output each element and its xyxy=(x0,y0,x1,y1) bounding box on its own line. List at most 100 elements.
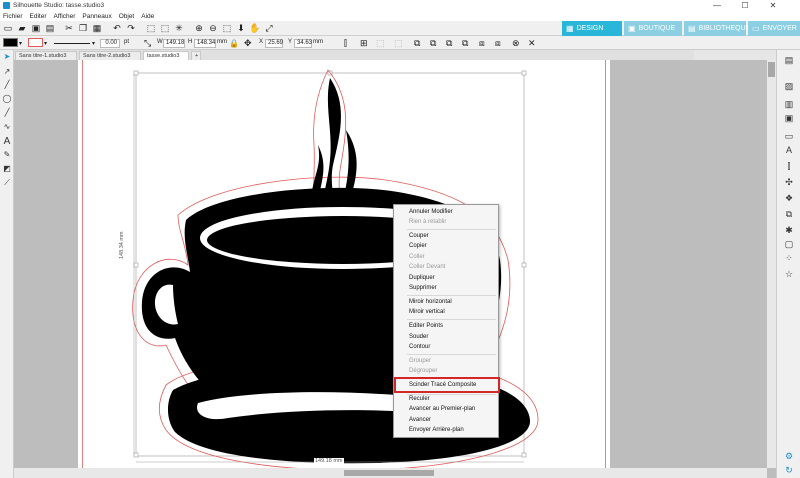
tab-sans-titre-1[interactable]: Sans titre-1.studio3 xyxy=(15,51,77,60)
zoom-out-icon[interactable]: ⊖ xyxy=(208,23,218,33)
menu-item-annuler[interactable]: Annuler Modifier xyxy=(409,209,453,215)
minimize-button[interactable]: — xyxy=(706,0,728,11)
width-field[interactable]: 149.18 xyxy=(163,39,185,48)
y-field[interactable]: 34.63 xyxy=(294,39,312,48)
align-panel-icon[interactable]: ⫿ xyxy=(783,160,795,172)
move-down-icon[interactable]: ⬇ xyxy=(236,23,246,33)
fill-dropdown-icon[interactable]: ▾ xyxy=(19,37,22,49)
menu-item-miroir-horizontal[interactable]: Miroir horizontal xyxy=(409,299,452,305)
compound-path-icon[interactable]: ⧉ xyxy=(446,37,452,49)
menu-item-supprimer[interactable]: Supprimer xyxy=(409,285,437,291)
rhinestone-panel-icon[interactable]: ⁘ xyxy=(783,252,795,264)
tab-sans-titre-2[interactable]: Sans titre-2.studio3 xyxy=(79,51,141,60)
menu-item-avancer[interactable]: Avancer xyxy=(409,417,431,423)
transform-panel-icon[interactable]: ✣ xyxy=(783,176,795,188)
line-tool-icon[interactable]: ╱ xyxy=(2,80,12,90)
delete-icon[interactable]: ✕ xyxy=(528,37,536,49)
tab-boutique[interactable]: ▣ BOUTIQUE xyxy=(624,21,682,36)
close-button[interactable]: ✕ xyxy=(762,0,784,11)
menu-afficher[interactable]: Afficher xyxy=(54,13,76,20)
menu-item-coller-devant[interactable]: Coller Devant xyxy=(409,264,445,270)
menu-item-scinder-trace-composite[interactable]: Scinder Tracé Composite xyxy=(409,382,476,388)
image-panel-icon[interactable]: ▣ xyxy=(783,112,795,124)
select-arrow-icon[interactable]: ➤ xyxy=(2,52,12,62)
menu-editer[interactable]: Editer xyxy=(30,13,47,20)
open-folder-icon[interactable]: ▰ xyxy=(17,23,27,33)
vertical-scroll-thumb[interactable] xyxy=(768,62,775,77)
menu-panneaux[interactable]: Panneaux xyxy=(82,13,111,20)
height-field[interactable]: 148.34 xyxy=(194,39,216,48)
eraser-icon[interactable]: ◩ xyxy=(2,164,12,174)
maximize-button[interactable]: ☐ xyxy=(734,0,756,11)
replicate-panel-icon[interactable]: ❖ xyxy=(783,192,795,204)
polygon-tool-icon[interactable]: ╱ xyxy=(2,108,12,118)
fit-page-icon[interactable]: ⤢ xyxy=(264,23,274,33)
replicate-icon[interactable]: ⬚ xyxy=(376,37,385,49)
modify-panel-icon[interactable]: ⧉ xyxy=(783,208,795,220)
redo-icon[interactable]: ↷ xyxy=(126,23,136,33)
tab-bibliotheque[interactable]: ▤ BIBLIOTHEQUE xyxy=(684,21,750,36)
deselect-icon[interactable]: ⬚ xyxy=(160,23,170,33)
ungroup-icon[interactable]: ⧉ xyxy=(430,37,436,49)
menu-item-reculer[interactable]: Reculer xyxy=(409,396,430,402)
weld-icon[interactable]: ⊗ xyxy=(512,37,520,49)
save-icon[interactable]: ▣ xyxy=(31,23,41,33)
resize-icon[interactable]: ⤡ xyxy=(144,37,151,49)
tab-tasse[interactable]: tasse.studio3 xyxy=(143,51,189,60)
horizontal-scroll-thumb[interactable] xyxy=(344,470,434,476)
tab-envoyer[interactable]: ▭ ENVOYER xyxy=(748,21,800,36)
group-icon[interactable]: ⧉ xyxy=(414,37,420,49)
menu-item-grouper[interactable]: Grouper xyxy=(409,358,431,364)
horizontal-scrollbar[interactable] xyxy=(14,468,767,478)
zoom-selection-icon[interactable]: ⬚ xyxy=(222,23,232,33)
bring-to-front-icon[interactable]: ⧈ xyxy=(479,37,485,49)
vertical-scrollbar[interactable] xyxy=(767,60,776,468)
knife-tool-icon[interactable]: ⟋ xyxy=(2,178,12,188)
ruler-icon[interactable]: ▭ xyxy=(783,130,795,142)
new-document-icon[interactable]: ▭ xyxy=(3,23,13,33)
menu-objet[interactable]: Objet xyxy=(119,13,135,20)
print-icon[interactable]: ▤ xyxy=(45,23,55,33)
paste-icon[interactable]: ▦ xyxy=(92,23,102,33)
menu-item-coller[interactable]: Coller xyxy=(409,254,425,260)
refresh-icon[interactable]: ↻ xyxy=(783,464,795,476)
line-panel-icon[interactable]: ▥ xyxy=(783,98,795,110)
coffee-cup-artwork[interactable] xyxy=(78,60,610,478)
new-tab-button[interactable]: + xyxy=(191,51,201,60)
release-compound-icon[interactable]: ⧉ xyxy=(462,37,468,49)
undo-icon[interactable]: ↶ xyxy=(112,23,122,33)
paint-tool-icon[interactable]: ✎ xyxy=(2,150,12,160)
line-style-dropdown-icon[interactable]: ▾ xyxy=(92,37,95,49)
page-settings-icon[interactable]: ▤ xyxy=(783,54,795,66)
ellipse-tool-icon[interactable]: ◯ xyxy=(2,94,12,104)
edit-points-icon[interactable]: ↗ xyxy=(2,67,12,77)
menu-aide[interactable]: Aide xyxy=(141,13,154,20)
offset-panel-icon[interactable]: ✱ xyxy=(783,224,795,236)
curve-tool-icon[interactable]: ∿ xyxy=(2,122,12,132)
center-to-page-icon[interactable]: ⊞ xyxy=(360,37,368,49)
move-position-icon[interactable]: ✥ xyxy=(244,37,252,49)
sketch-panel-icon[interactable]: ☆ xyxy=(783,268,795,280)
align-icon[interactable]: ⫿ xyxy=(344,37,347,49)
menu-item-envoyer-arriere-plan[interactable]: Envoyer Arrière-plan xyxy=(409,427,464,433)
menu-fichier[interactable]: Fichier xyxy=(3,13,23,20)
menu-item-retablir[interactable]: Rien à rétablir xyxy=(409,219,446,225)
fill-color-swatch[interactable] xyxy=(3,38,18,47)
menu-item-miroir-vertical[interactable]: Miroir vertical xyxy=(409,309,445,315)
x-field[interactable]: 25.69 xyxy=(265,39,283,48)
line-width-field[interactable]: 0.00 xyxy=(100,39,120,48)
menu-item-avancer-premier-plan[interactable]: Avancer au Premier-plan xyxy=(409,406,475,412)
menu-item-souder[interactable]: Souder xyxy=(409,334,428,340)
lock-aspect-icon[interactable]: 🔒 xyxy=(229,37,239,49)
fill-panel-icon[interactable]: ▨ xyxy=(783,80,795,92)
settings-gear-icon[interactable]: ⚙ xyxy=(783,450,795,462)
trace-panel-icon[interactable]: ▢ xyxy=(783,238,795,250)
select-all-icon[interactable]: ⬚ xyxy=(146,23,156,33)
cut-icon[interactable]: ✂ xyxy=(64,23,74,33)
line-style-preview[interactable] xyxy=(54,43,90,44)
text-tool-icon[interactable]: A xyxy=(2,137,12,147)
menu-item-dupliquer[interactable]: Dupliquer xyxy=(409,275,435,281)
line-color-swatch[interactable] xyxy=(28,38,43,47)
menu-item-copier[interactable]: Copier xyxy=(409,243,427,249)
design-canvas[interactable]: 149.18 mm 148.34 mm Annuler Modifier Rie… xyxy=(14,60,776,478)
